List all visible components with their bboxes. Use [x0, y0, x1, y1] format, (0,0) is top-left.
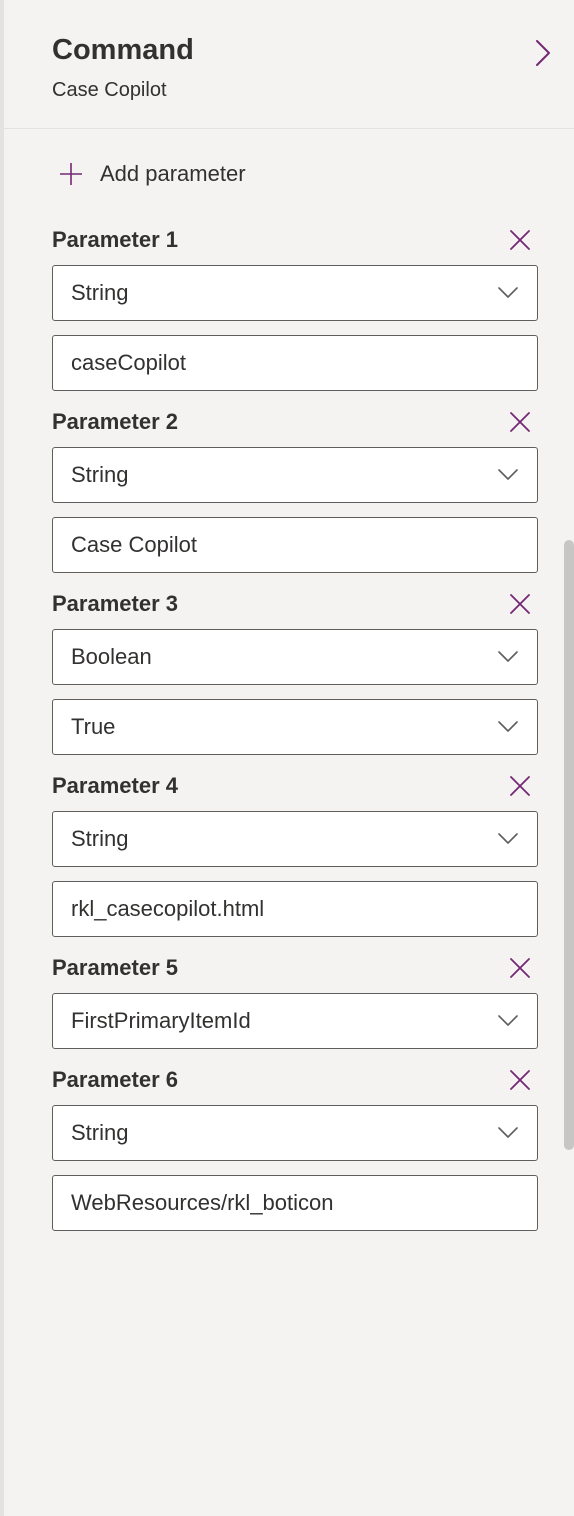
- parameter-block: Parameter 2 String Case Copilot: [52, 409, 538, 573]
- parameter-type-select[interactable]: Boolean: [52, 629, 538, 685]
- parameter-value-input[interactable]: WebResources/rkl_boticon: [52, 1175, 538, 1231]
- parameter-label: Parameter 5: [52, 955, 178, 981]
- parameter-header: Parameter 1: [52, 227, 538, 253]
- parameter-block: Parameter 6 String WebResources/rkl_botico…: [52, 1067, 538, 1231]
- chevron-down-icon: [497, 468, 519, 482]
- parameter-header: Parameter 6: [52, 1067, 538, 1093]
- chevron-down-icon: [497, 832, 519, 846]
- add-parameter-label: Add parameter: [100, 161, 246, 187]
- parameter-value: Case Copilot: [71, 532, 197, 558]
- chevron-down-icon: [497, 650, 519, 664]
- chevron-down-icon: [497, 286, 519, 300]
- close-icon: [508, 1068, 532, 1092]
- parameter-value-select[interactable]: True: [52, 699, 538, 755]
- parameter-type-value: FirstPrimaryItemId: [71, 1008, 251, 1034]
- chevron-down-icon: [497, 1014, 519, 1028]
- parameter-type-value: String: [71, 1120, 128, 1146]
- chevron-right-icon: [534, 38, 552, 68]
- panel-header: Command Case Copilot: [4, 0, 574, 129]
- remove-parameter-button[interactable]: [508, 956, 538, 980]
- parameter-value: True: [71, 714, 115, 740]
- add-parameter-button[interactable]: Add parameter: [52, 139, 538, 209]
- close-icon: [508, 956, 532, 980]
- parameter-label: Parameter 1: [52, 227, 178, 253]
- chevron-down-icon: [497, 720, 519, 734]
- parameter-value-input[interactable]: Case Copilot: [52, 517, 538, 573]
- remove-parameter-button[interactable]: [508, 410, 538, 434]
- parameter-header: Parameter 5: [52, 955, 538, 981]
- plus-icon: [58, 161, 84, 187]
- remove-parameter-button[interactable]: [508, 228, 538, 252]
- parameter-type-select[interactable]: String: [52, 1105, 538, 1161]
- parameter-label: Parameter 6: [52, 1067, 178, 1093]
- close-icon: [508, 410, 532, 434]
- panel-title: Command: [52, 34, 544, 67]
- parameter-value: WebResources/rkl_boticon: [71, 1190, 334, 1216]
- parameter-block: Parameter 4 String rkl_casecopilot.html: [52, 773, 538, 937]
- panel-subtitle: Case Copilot: [52, 79, 544, 102]
- parameter-header: Parameter 3: [52, 591, 538, 617]
- remove-parameter-button[interactable]: [508, 592, 538, 616]
- parameter-block: Parameter 3 Boolean True: [52, 591, 538, 755]
- panel-body: Add parameter Parameter 1 String caseCopil…: [4, 129, 574, 1265]
- close-icon: [508, 228, 532, 252]
- chevron-down-icon: [497, 1126, 519, 1140]
- expand-button[interactable]: [534, 38, 552, 68]
- command-panel: Command Case Copilot Add parameter Param…: [0, 0, 574, 1516]
- remove-parameter-button[interactable]: [508, 1068, 538, 1092]
- parameters-list: Parameter 1 String caseCopilot Parameter 2 S…: [52, 227, 538, 1231]
- parameter-label: Parameter 4: [52, 773, 178, 799]
- parameter-label: Parameter 3: [52, 591, 178, 617]
- parameter-header: Parameter 4: [52, 773, 538, 799]
- parameter-value: caseCopilot: [71, 350, 186, 376]
- scrollbar[interactable]: [564, 540, 574, 1150]
- parameter-value-input[interactable]: caseCopilot: [52, 335, 538, 391]
- parameter-value-input[interactable]: rkl_casecopilot.html: [52, 881, 538, 937]
- parameter-type-select[interactable]: String: [52, 447, 538, 503]
- parameter-label: Parameter 2: [52, 409, 178, 435]
- parameter-block: Parameter 1 String caseCopilot: [52, 227, 538, 391]
- close-icon: [508, 592, 532, 616]
- parameter-type-select[interactable]: String: [52, 265, 538, 321]
- parameter-type-select[interactable]: FirstPrimaryItemId: [52, 993, 538, 1049]
- parameter-type-value: String: [71, 280, 128, 306]
- close-icon: [508, 774, 532, 798]
- parameter-block: Parameter 5 FirstPrimaryItemId: [52, 955, 538, 1049]
- remove-parameter-button[interactable]: [508, 774, 538, 798]
- parameter-type-select[interactable]: String: [52, 811, 538, 867]
- parameter-type-value: Boolean: [71, 644, 152, 670]
- parameter-type-value: String: [71, 826, 128, 852]
- parameter-header: Parameter 2: [52, 409, 538, 435]
- parameter-type-value: String: [71, 462, 128, 488]
- parameter-value: rkl_casecopilot.html: [71, 896, 264, 922]
